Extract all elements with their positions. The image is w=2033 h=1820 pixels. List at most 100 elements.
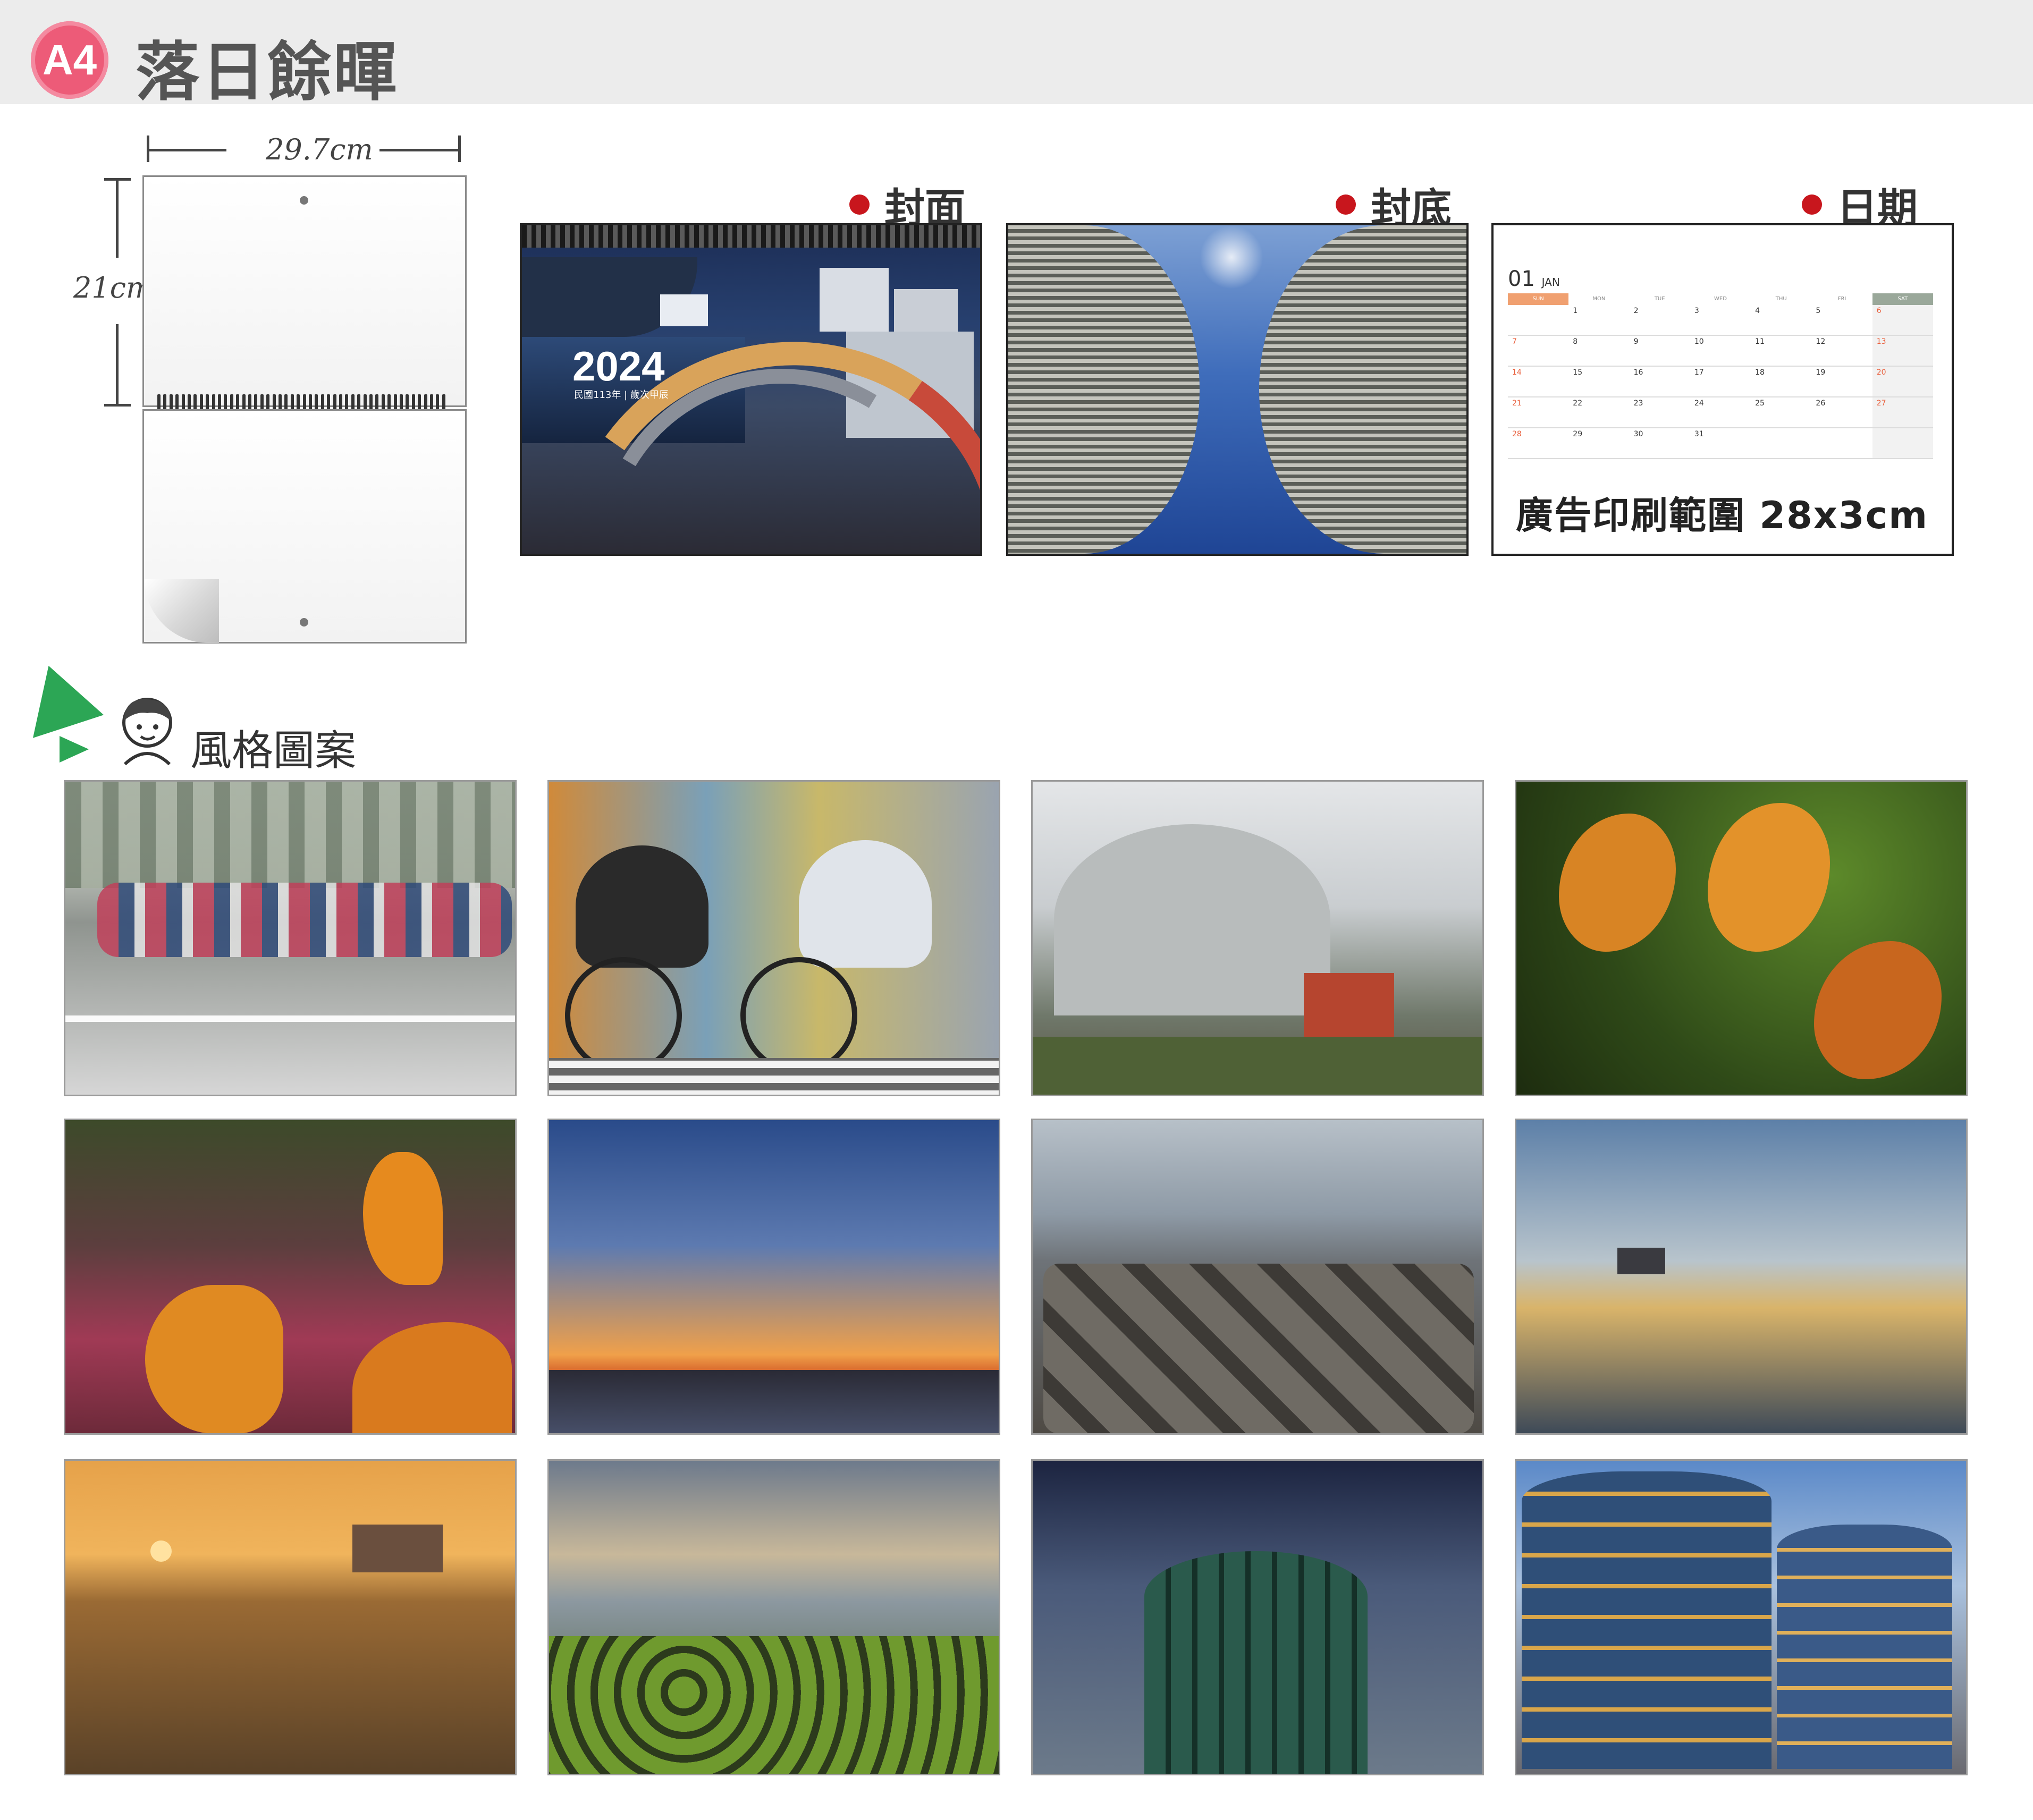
day-cell: 16	[1629, 367, 1690, 397]
left-curved-facade	[1008, 225, 1200, 554]
triangle-decoration	[13, 654, 104, 738]
day-cell: 27	[1872, 397, 1933, 428]
day-cell	[1872, 428, 1933, 459]
gallery-thumb-cyclists-motion-blur	[547, 780, 1000, 1096]
trees	[65, 782, 515, 888]
day-cell: 13	[1872, 336, 1933, 367]
cover-panel: 2024 民國113年 | 歲次甲辰	[520, 223, 982, 556]
lily	[363, 1152, 443, 1285]
ship	[1617, 1248, 1665, 1274]
weekday-header: FRI	[1837, 296, 1846, 302]
gallery-thumb-cycling-race-street	[64, 780, 517, 1096]
height-dimension-tick-bottom	[104, 404, 131, 407]
weekday-header: WED	[1714, 296, 1727, 302]
mountain	[1054, 824, 1330, 1015]
gallery-thumb-orange-calla-lilies	[1515, 780, 1968, 1096]
day-cell: 5	[1811, 305, 1872, 336]
cover-cruise-ship	[660, 294, 708, 326]
cover-subtitle: 民國113年 | 歲次甲辰	[574, 390, 669, 401]
day-cell: 18	[1751, 367, 1812, 397]
gallery-thumb-beach-concrete-blocks	[1031, 1119, 1484, 1435]
height-dimension-line-bottom	[116, 324, 119, 404]
rider	[799, 840, 932, 968]
weekday-header: THU	[1775, 296, 1787, 302]
day-cell: 25	[1751, 397, 1812, 428]
day-cell: 26	[1811, 397, 1872, 428]
field	[1033, 1037, 1482, 1095]
sun	[150, 1540, 172, 1562]
moss-rocks	[549, 1636, 999, 1774]
lily	[352, 1322, 512, 1433]
day-cell: 22	[1568, 397, 1630, 428]
width-dimension-line-left	[147, 149, 226, 151]
calendar-month: 01 JAN	[1508, 267, 1560, 291]
gallery-thumb-green-reef-coast	[547, 1459, 1000, 1775]
width-label: 29.7cm	[266, 133, 373, 166]
weekday-row: SUN MON TUE WED THU FRI SAT	[1508, 293, 1933, 305]
blocks	[1043, 1264, 1474, 1433]
cyclists	[97, 883, 512, 957]
day-cell: 7	[1508, 336, 1569, 367]
day-cell: 14	[1508, 367, 1569, 397]
day-cell	[1811, 428, 1872, 459]
crosswalk	[549, 1058, 999, 1095]
wheel	[740, 957, 857, 1074]
weekday-header: MON	[1592, 296, 1606, 302]
lily	[1559, 814, 1676, 952]
gallery-thumb-misty-mountain-village	[1031, 780, 1484, 1096]
gallery-thumb-shipwreck-tidal-flat	[1515, 1119, 1968, 1435]
glass-tower	[1522, 1471, 1772, 1769]
hanging-hole	[300, 196, 308, 205]
day-cell: 9	[1629, 336, 1690, 367]
day-cell: 31	[1690, 428, 1751, 459]
gallery-thumb-glass-building-reflection	[1031, 1459, 1484, 1775]
glass-building	[1144, 1551, 1368, 1774]
calendar-grid: SUN MON TUE WED THU FRI SAT 1 2 3 4 5 6 7 8 9 10 11 12 13 1…	[1508, 293, 1933, 459]
wheel	[565, 957, 682, 1074]
day-cell: 20	[1872, 367, 1933, 397]
road-lines	[65, 1015, 515, 1022]
gallery-thumb-glass-towers-night	[1515, 1459, 1968, 1775]
gallery-thumb-sunset-shipwreck-beach	[64, 1459, 517, 1775]
height-dimension-line-top	[116, 178, 119, 258]
day-cell: 17	[1690, 367, 1751, 397]
back-panel	[1006, 223, 1469, 556]
cover-spiral-binding	[522, 225, 980, 248]
weekday-header: SUN	[1508, 293, 1569, 305]
day-cell: 23	[1629, 397, 1690, 428]
day-cell: 19	[1811, 367, 1872, 397]
day-cell: 12	[1811, 336, 1872, 367]
gallery-thumb-calla-lily-field	[64, 1119, 517, 1435]
day-cell: 8	[1568, 336, 1630, 367]
ad-print-area-text: 廣告印刷範圍 28x3cm	[1516, 494, 1929, 537]
width-dimension-tick-right	[458, 136, 461, 162]
height-label: 21cm	[73, 271, 154, 304]
gallery-title: 風格圖案	[190, 727, 357, 775]
cover-year: 2024	[572, 343, 665, 390]
cover-building	[894, 289, 958, 337]
rider	[576, 845, 708, 968]
width-dimension-line-right	[379, 149, 459, 151]
bottom-hole	[300, 618, 308, 627]
lily	[1708, 803, 1830, 952]
lily	[145, 1285, 283, 1433]
day-cell: 30	[1629, 428, 1690, 459]
weekday-header: SAT	[1872, 293, 1933, 305]
weekday-header: TUE	[1654, 296, 1665, 302]
sky-clouds	[1200, 225, 1263, 289]
day-cell	[1751, 428, 1812, 459]
day-cell: 3	[1690, 305, 1751, 336]
red-dot-icon	[849, 194, 870, 215]
day-cell: 24	[1690, 397, 1751, 428]
day-cell: 6	[1872, 305, 1933, 336]
day-cell: 28	[1508, 428, 1569, 459]
right-curved-facade	[1259, 225, 1466, 554]
day-cell: 10	[1690, 336, 1751, 367]
day-cell: 1	[1568, 305, 1630, 336]
ship	[352, 1525, 443, 1572]
girl-doodle-icon	[122, 698, 172, 766]
calendar-dimension-diagram: 29.7cm 21cm	[0, 0, 478, 648]
red-dot-icon	[1336, 194, 1356, 215]
red-dot-icon	[1802, 194, 1822, 215]
date-panel: 01 JAN SUN MON TUE WED THU FRI SAT 1 2 3 4 5 6 7 8 9 10…	[1491, 223, 1954, 556]
